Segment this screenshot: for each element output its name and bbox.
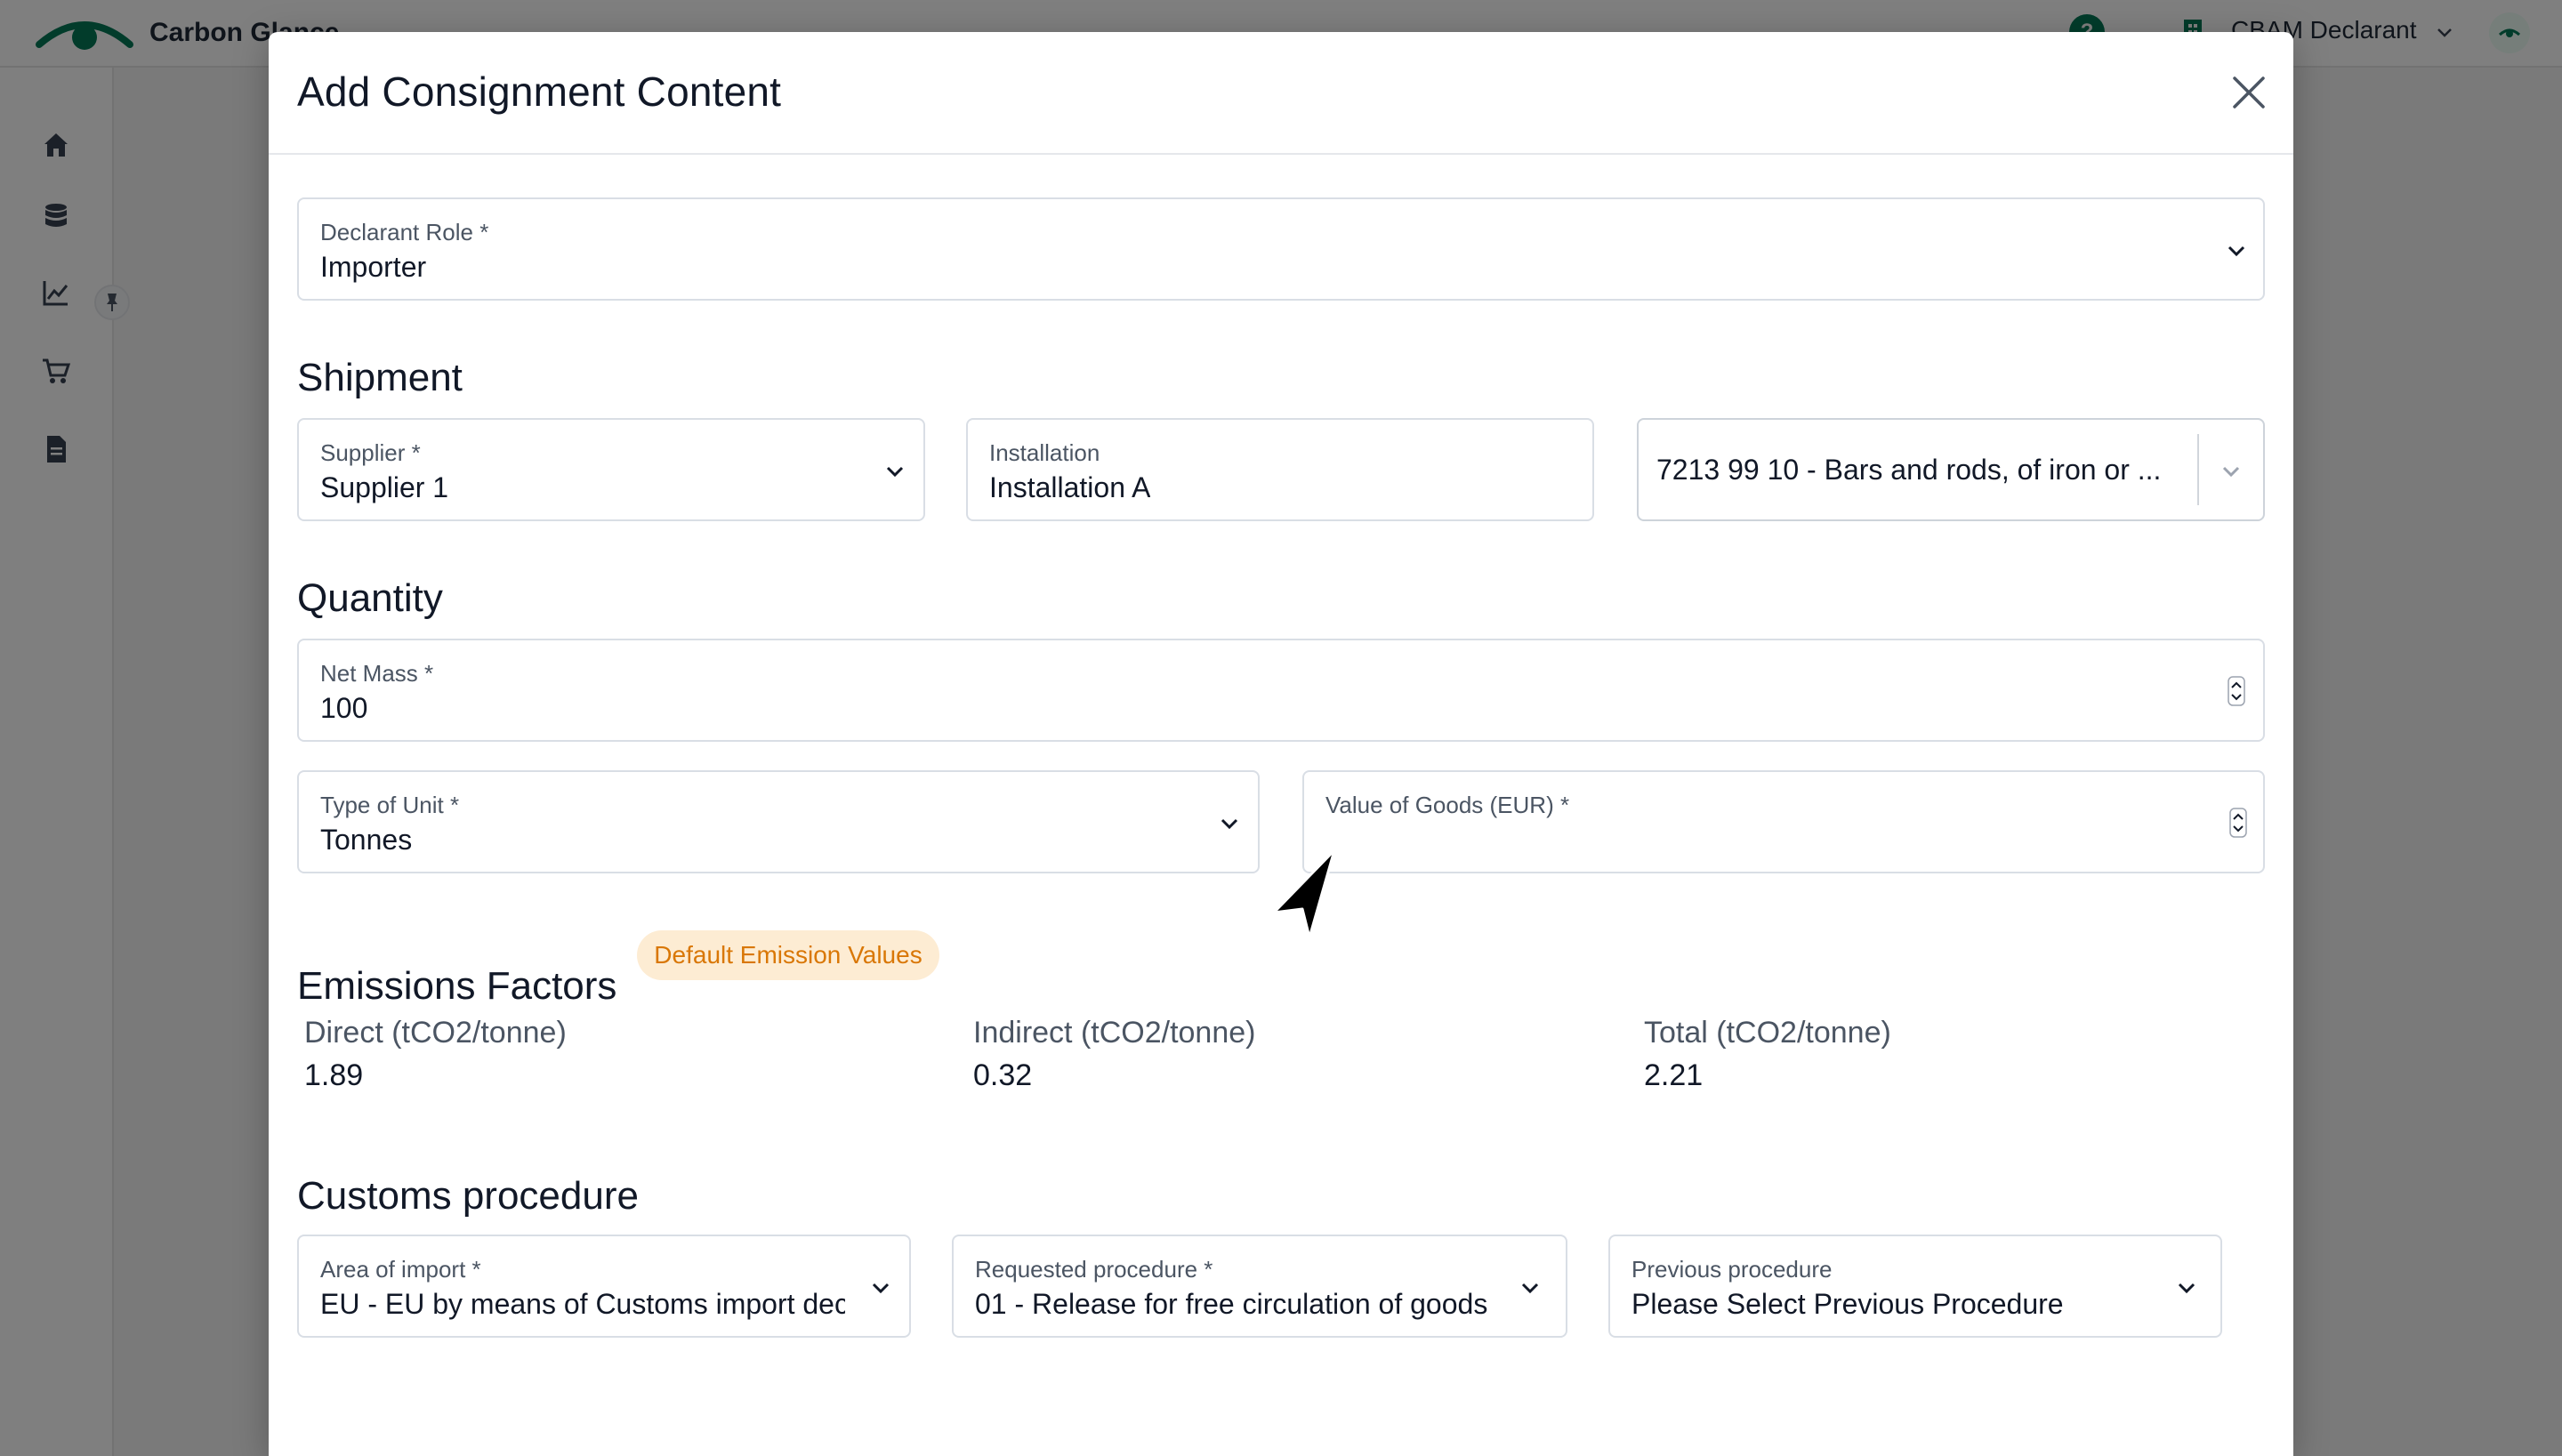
chevron-down-icon: [2222, 466, 2240, 478]
unit-type-value: Tonnes: [320, 824, 413, 856]
direct-emissions-label: Direct (tCO2/tonne): [304, 1016, 567, 1050]
previous-procedure-value: Please Select Previous Procedure: [1631, 1288, 2064, 1320]
customs-section-title: Customs procedure: [297, 1174, 639, 1218]
default-emission-values-badge: Default Emission Values: [637, 930, 939, 980]
indirect-emissions-value: 0.32: [973, 1058, 1033, 1092]
chevron-down-icon: [886, 466, 904, 478]
goods-value-input[interactable]: Value of Goods (EUR) *: [1302, 770, 2265, 873]
chevron-down-icon: [872, 1283, 890, 1294]
chevron-down-icon: [2178, 1283, 2195, 1294]
requested-procedure-value: 01 - Release for free circulation of goo…: [975, 1288, 1488, 1320]
close-icon[interactable]: [2229, 73, 2268, 112]
add-consignment-content-modal: Add Consignment Content Declarant Role *…: [269, 32, 2293, 1456]
modal-header: Add Consignment Content: [269, 32, 2293, 155]
installation-select[interactable]: Installation Installation A: [966, 418, 2254, 521]
direct-emissions-value: 1.89: [304, 1058, 364, 1092]
total-emissions-value: 2.21: [1644, 1058, 1704, 1092]
modal-title: Add Consignment Content: [297, 68, 782, 115]
select-divider: [2197, 434, 2199, 505]
cn-code-select[interactable]: 7213 99 10 - Bars and rods, of iron or .…: [1637, 418, 2265, 521]
indirect-emissions-label: Indirect (tCO2/tonne): [973, 1016, 1256, 1050]
chevron-down-icon: [2228, 245, 2245, 257]
net-mass-value: 100: [320, 692, 368, 724]
area-of-import-select[interactable]: Area of import * EU - EU by means of Cus…: [297, 1235, 911, 1338]
unit-type-select[interactable]: Type of Unit * Tonnes: [297, 770, 1260, 873]
requested-procedure-label: Requested procedure *: [975, 1256, 1213, 1283]
shipment-section-title: Shipment: [297, 356, 463, 399]
previous-procedure-label: Previous procedure: [1631, 1256, 1833, 1283]
installation-label: Installation: [989, 439, 1100, 466]
number-spinner-icon[interactable]: [2229, 808, 2247, 838]
declarant-role-select[interactable]: Declarant Role * Importer: [297, 197, 2265, 301]
area-of-import-value: EU - EU by means of Customs import decla…: [320, 1288, 845, 1320]
net-mass-input[interactable]: Net Mass * 100: [297, 639, 2265, 742]
declarant-role-label: Declarant Role *: [320, 219, 489, 245]
chevron-down-icon: [1221, 818, 1238, 830]
goods-value-label: Value of Goods (EUR) *: [1325, 792, 1570, 818]
number-spinner-icon[interactable]: [2228, 676, 2245, 706]
supplier-value: Supplier 1: [320, 471, 449, 503]
chevron-down-icon: [1521, 1283, 1539, 1294]
net-mass-label: Net Mass *: [320, 660, 434, 687]
supplier-select[interactable]: Supplier * Supplier 1: [297, 418, 925, 521]
installation-value: Installation A: [989, 471, 1151, 503]
cn-code-value: 7213 99 10 - Bars and rods, of iron or .…: [1656, 454, 2162, 486]
quantity-section-title: Quantity: [297, 576, 443, 620]
area-of-import-label: Area of import *: [320, 1256, 481, 1283]
emissions-section-title: Emissions Factors: [297, 964, 617, 1008]
supplier-label: Supplier *: [320, 439, 421, 466]
unit-type-label: Type of Unit *: [320, 792, 460, 818]
requested-procedure-select[interactable]: Requested procedure * 01 - Release for f…: [952, 1235, 1567, 1338]
declarant-role-value: Importer: [320, 251, 427, 283]
mouse-cursor-icon: [1272, 849, 1336, 939]
total-emissions-label: Total (tCO2/tonne): [1644, 1016, 1891, 1050]
previous-procedure-select[interactable]: Previous procedure Please Select Previou…: [1608, 1235, 2222, 1338]
